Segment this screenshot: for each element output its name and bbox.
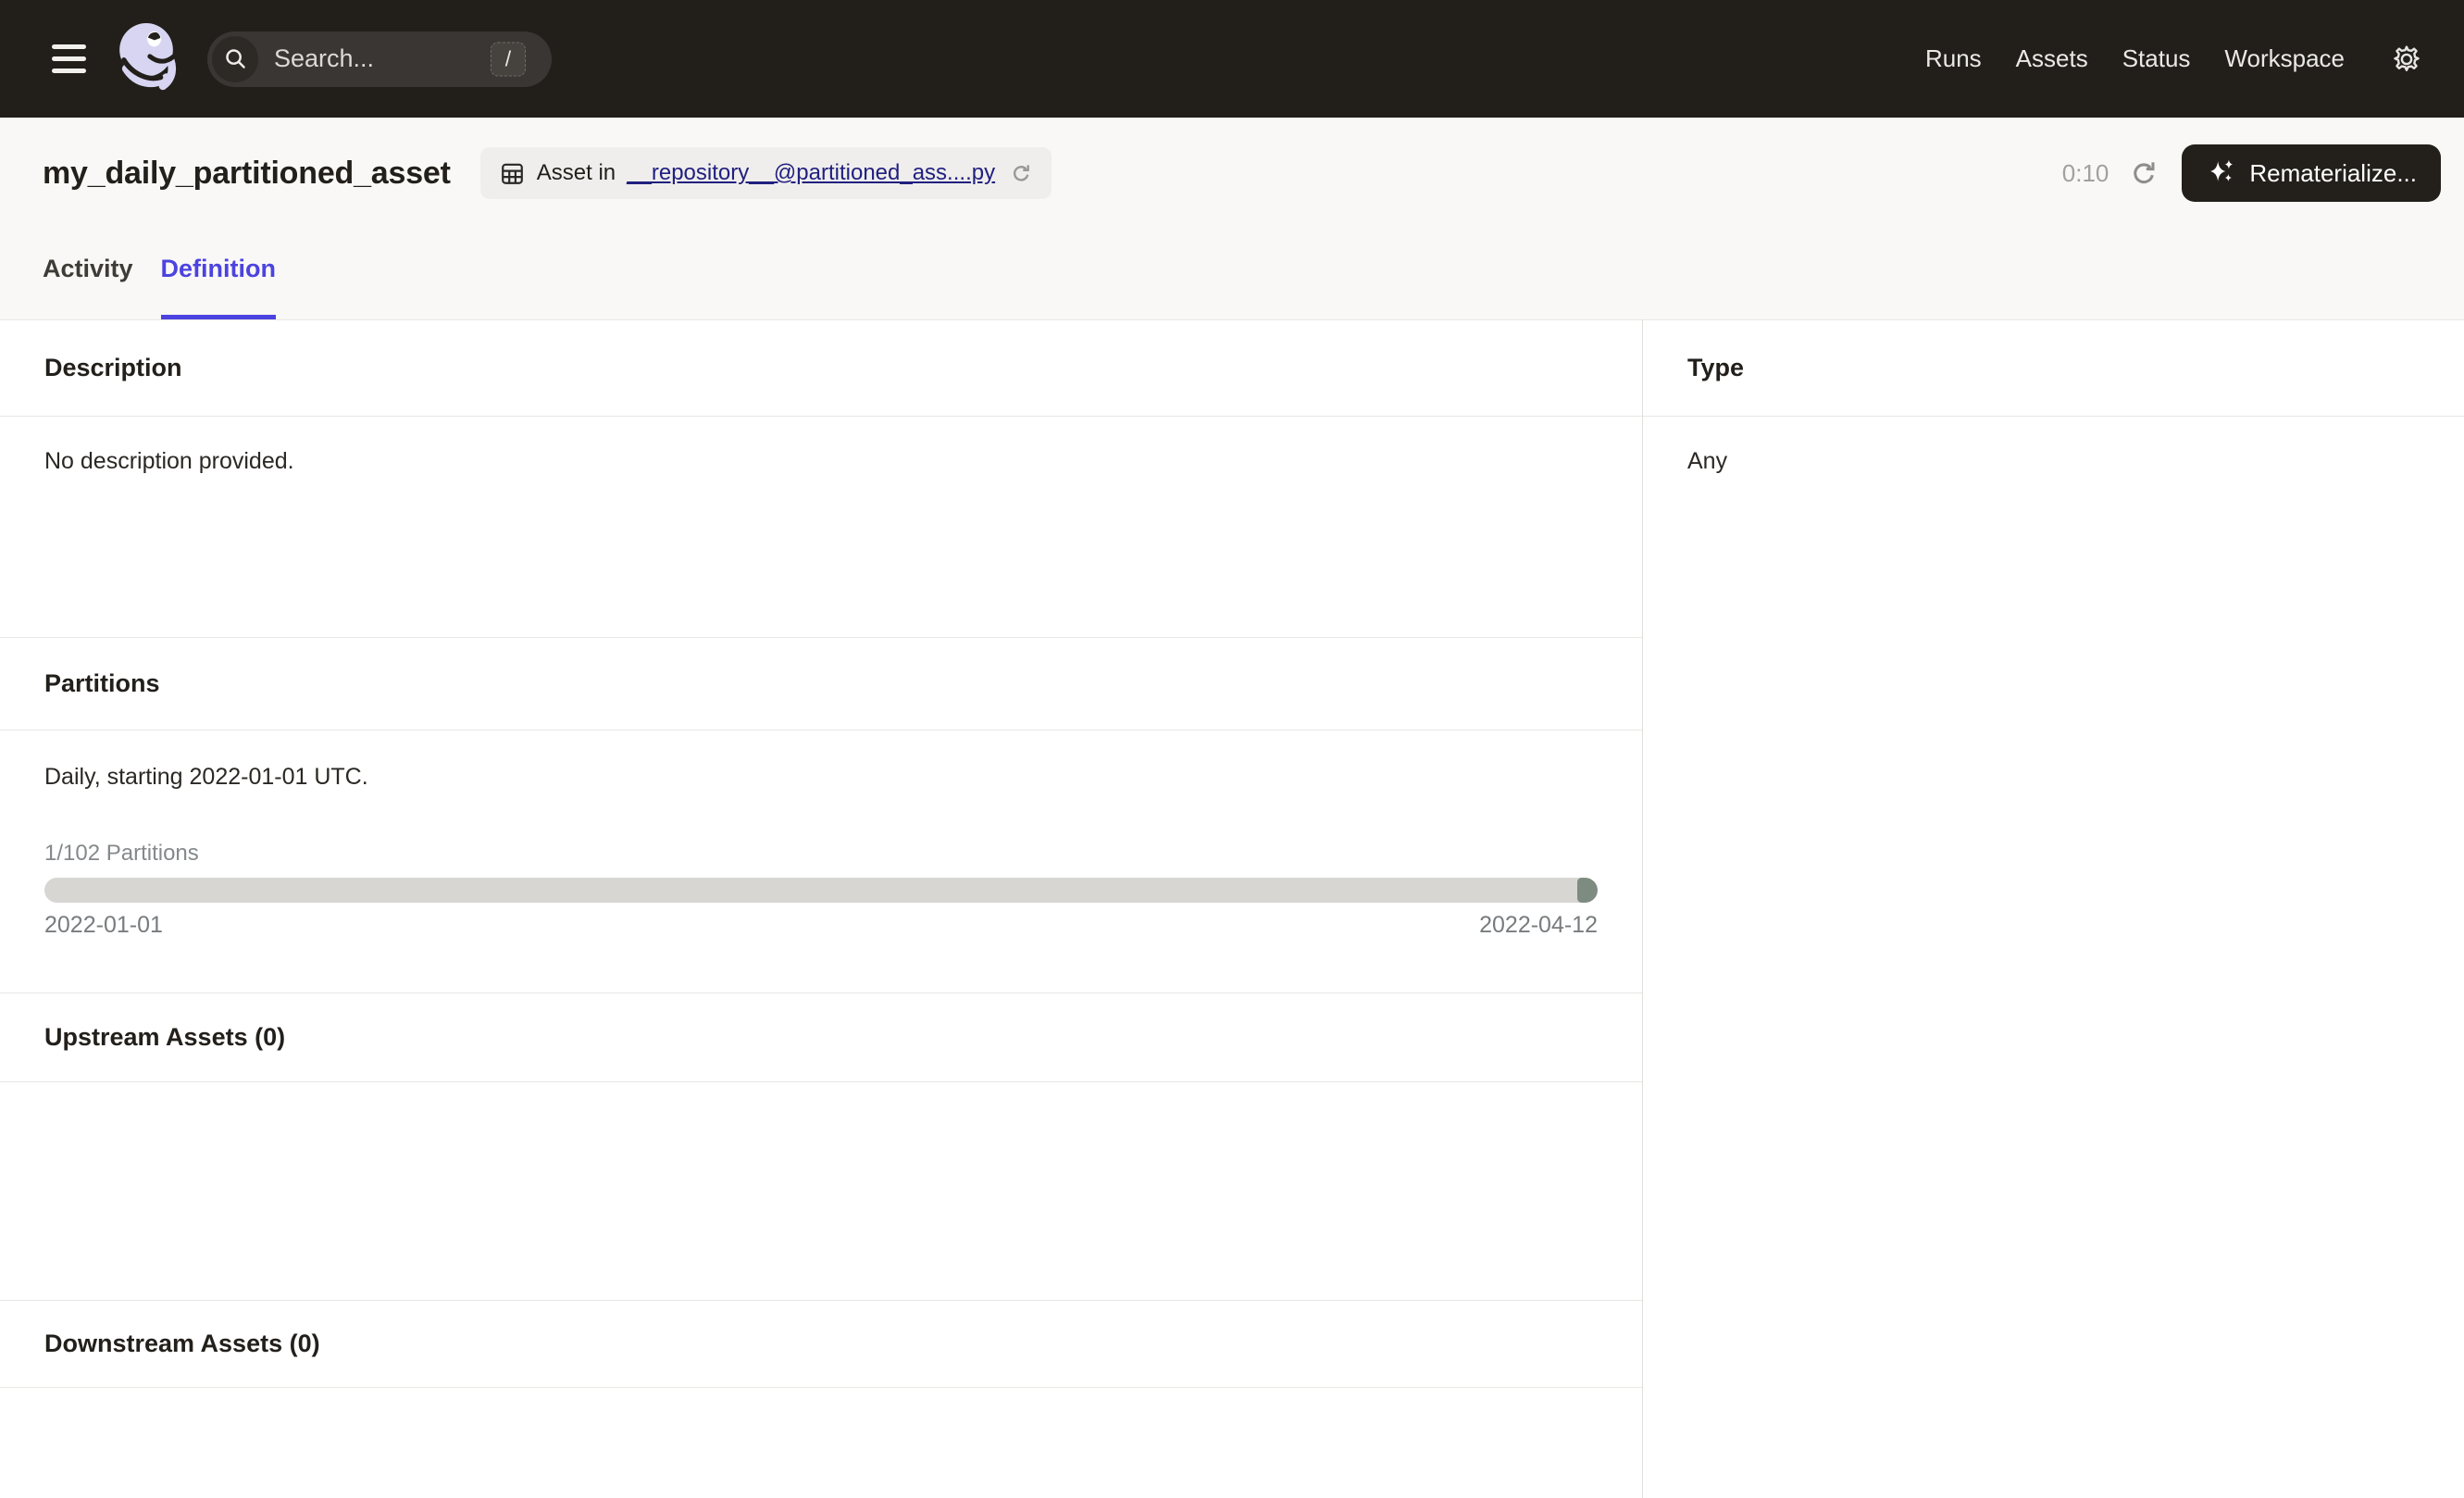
partition-end-date: 2022-04-12 — [1479, 912, 1598, 939]
nav-item-runs[interactable]: Runs — [1925, 44, 1982, 73]
definition-side-column: Type Any — [1642, 319, 2464, 1498]
asset-tabs: Activity Definition — [43, 253, 276, 319]
partitions-body: Daily, starting 2022-01-01 UTC. 1/102 Pa… — [0, 730, 1642, 992]
asset-location-pill: Asset in __repository__@partitioned_ass.… — [480, 147, 1052, 199]
asset-in-label: Asset in — [537, 160, 616, 186]
page-title: my_daily_partitioned_asset — [43, 156, 451, 192]
top-navigation-bar: / Runs Assets Status Workspace — [0, 0, 2464, 118]
dagster-logo[interactable] — [110, 17, 182, 102]
partition-health-bar-fill — [1577, 878, 1598, 903]
refresh-countdown-timer: 0:10 — [2062, 159, 2109, 188]
repository-link[interactable]: __repository__@partitioned_ass....py — [627, 160, 995, 186]
nav-item-assets[interactable]: Assets — [2016, 44, 2088, 73]
tab-definition[interactable]: Definition — [161, 253, 276, 319]
upstream-assets-body — [0, 1082, 1642, 1300]
partition-schedule-text: Daily, starting 2022-01-01 UTC. — [44, 764, 1598, 791]
reload-repository-icon[interactable] — [1010, 162, 1033, 185]
menu-icon[interactable] — [52, 44, 86, 73]
description-body: No description provided. — [0, 417, 1642, 637]
top-nav-links: Runs Assets Status Workspace — [1925, 44, 2345, 73]
type-section-heading: Type — [1643, 319, 2464, 417]
search-icon — [212, 36, 258, 82]
search-bar[interactable]: / — [207, 31, 552, 87]
slash-shortcut-badge: / — [491, 42, 526, 76]
tab-activity[interactable]: Activity — [43, 253, 133, 319]
partition-start-date: 2022-01-01 — [44, 912, 163, 939]
description-section-heading: Description — [0, 319, 1642, 417]
partition-count-label: 1/102 Partitions — [44, 841, 1598, 867]
definition-main-column: Description No description provided. Par… — [0, 319, 1642, 1498]
partitions-section-heading: Partitions — [0, 637, 1642, 730]
rematerialize-button[interactable]: Rematerialize... — [2182, 144, 2441, 202]
upstream-assets-heading: Upstream Assets (0) — [0, 992, 1642, 1082]
gear-icon[interactable] — [2391, 44, 2422, 75]
nav-item-workspace[interactable]: Workspace — [2224, 44, 2345, 73]
type-value: Any — [1643, 417, 2464, 475]
rematerialize-button-label: Rematerialize... — [2249, 159, 2417, 188]
downstream-assets-heading: Downstream Assets (0) — [0, 1300, 1642, 1388]
downstream-assets-body — [0, 1388, 1642, 1498]
repository-grid-icon — [499, 160, 526, 187]
sparkles-icon — [2206, 157, 2237, 189]
refresh-icon[interactable] — [2129, 158, 2159, 189]
partition-health-bar[interactable] — [44, 878, 1598, 903]
nav-item-status[interactable]: Status — [2122, 44, 2191, 73]
asset-page-header: my_daily_partitioned_asset Asset in __re… — [0, 118, 2464, 319]
